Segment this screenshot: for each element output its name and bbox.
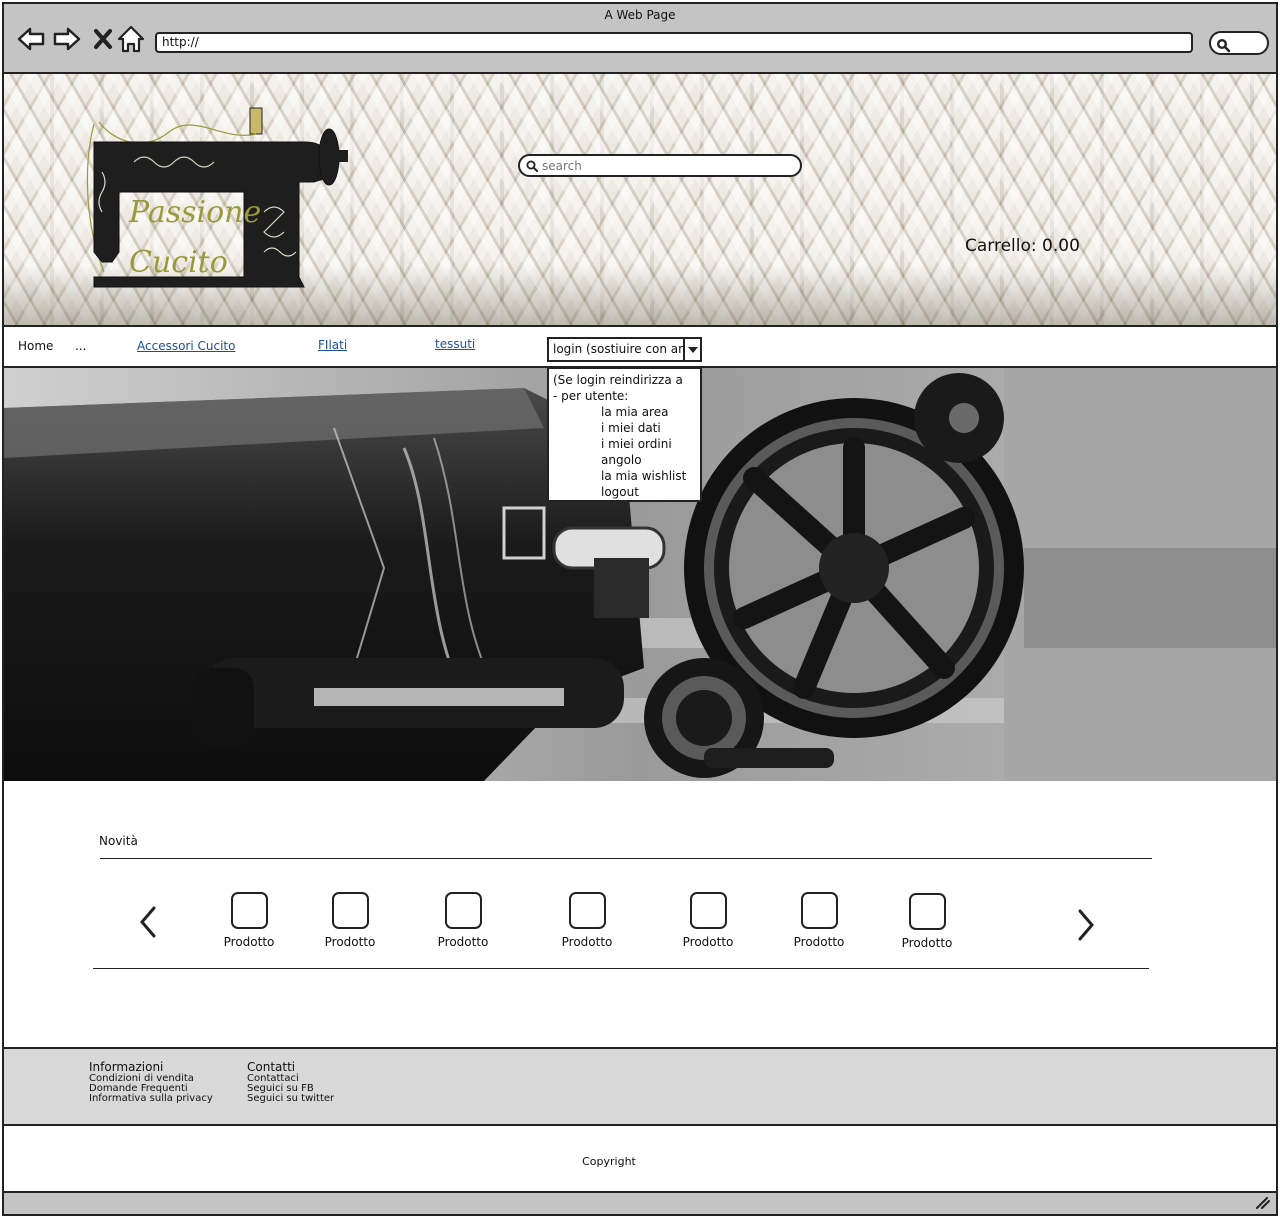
menu-item-la-mia-area[interactable]: la mia area [553,404,696,420]
product-card[interactable]: Prodotto [310,892,390,949]
carousel-prev-button[interactable] [136,904,160,940]
dropdown-note: - per utente: [553,389,629,403]
browser-window: A Web Page http:// Passione Cucito searc… [2,2,1278,1216]
product-label: Prodotto [793,935,845,949]
menu-item-wishlist[interactable]: la mia wishlist [553,468,696,484]
login-select[interactable]: login (sostiuire con area utente) [547,337,702,362]
forward-arrow-icon[interactable] [52,24,82,54]
product-label: Prodotto [682,935,734,949]
address-bar[interactable]: http:// [155,32,1193,53]
main-navigation: Home ... Accessori Cucito FIlati tessuti… [4,327,1276,368]
stop-icon[interactable] [88,24,118,54]
product-card[interactable]: Prodotto [547,892,627,949]
back-arrow-icon[interactable] [16,24,46,54]
logo-text: Passione [128,195,261,230]
dropdown-note: (Se login reindirizza a [553,373,683,387]
product-image-placeholder [331,892,369,929]
browser-search-field[interactable] [1209,31,1269,55]
copyright-text: Copyright [582,1155,636,1168]
footer-link-privacy[interactable]: Informativa sulla privacy [89,1094,213,1104]
product-card[interactable]: Prodotto [887,893,967,950]
product-label: Prodotto [901,936,953,950]
menu-item-i-miei-ordini[interactable]: i miei ordini [553,436,696,452]
footer-info-column: Informazioni Condizioni di vendita Doman… [89,1061,213,1104]
nav-filati[interactable]: FIlati [318,338,347,352]
product-image-placeholder [689,892,727,929]
login-select-value: login (sostiuire con area utente) [553,342,683,356]
search-input[interactable] [542,158,782,173]
product-card[interactable]: Prodotto [779,892,859,949]
chevron-left-icon [140,906,156,938]
sewing-machine-logo-icon: Passione Cucito [86,107,348,288]
nav-more[interactable]: ... [75,339,86,353]
product-image-placeholder [568,892,606,929]
chevron-right-icon [1078,909,1094,941]
menu-item-i-miei-dati[interactable]: i miei dati [553,420,696,436]
nav-tessuti[interactable]: tessuti [435,337,475,351]
logo[interactable]: Passione Cucito [74,102,354,302]
footer-link-twitter[interactable]: Seguici su twitter [247,1094,334,1104]
nav-accessori-cucito[interactable]: Accessori Cucito [137,339,235,353]
search-icon [1217,39,1231,53]
search-icon [526,160,538,172]
nav-home[interactable]: Home [18,339,53,353]
logo-text: Cucito [129,245,228,280]
cart-total[interactable]: Carrello: 0.00 [965,236,1080,256]
section-title-novita: Novità [99,834,138,848]
product-label: Prodotto [324,935,376,949]
home-icon[interactable] [116,24,146,54]
product-image-placeholder [800,892,838,929]
login-dropdown-menu: (Se login reindirizza a - per utente: la… [547,367,702,502]
header-banner: Passione Cucito Carrello: 0.00 [4,74,1276,327]
menu-item-logout[interactable]: logout [553,484,696,500]
window-title: A Web Page [604,8,676,22]
search-bar[interactable] [518,154,802,177]
chevron-down-icon[interactable] [683,339,700,360]
menu-item-angolo[interactable]: angolo [553,452,696,468]
product-image-placeholder [444,892,482,929]
footer-contact-column: Contatti Contattaci Seguici su FB Seguic… [247,1061,334,1104]
product-label: Prodotto [437,935,489,949]
browser-chrome: A Web Page http:// [4,4,1276,74]
divider [93,968,1149,969]
product-label: Prodotto [561,935,613,949]
product-label: Prodotto [223,935,275,949]
footer: Informazioni Condizioni di vendita Doman… [4,1047,1276,1126]
browser-status-bar [4,1191,1276,1214]
product-image-placeholder [908,893,946,930]
resize-grip-icon[interactable] [1256,1197,1270,1209]
divider [100,858,1152,859]
product-card[interactable]: Prodotto [668,892,748,949]
product-card[interactable]: Prodotto [423,892,503,949]
product-image-placeholder [230,892,268,929]
product-card[interactable]: Prodotto [209,892,289,949]
carousel-next-button[interactable] [1074,907,1098,943]
